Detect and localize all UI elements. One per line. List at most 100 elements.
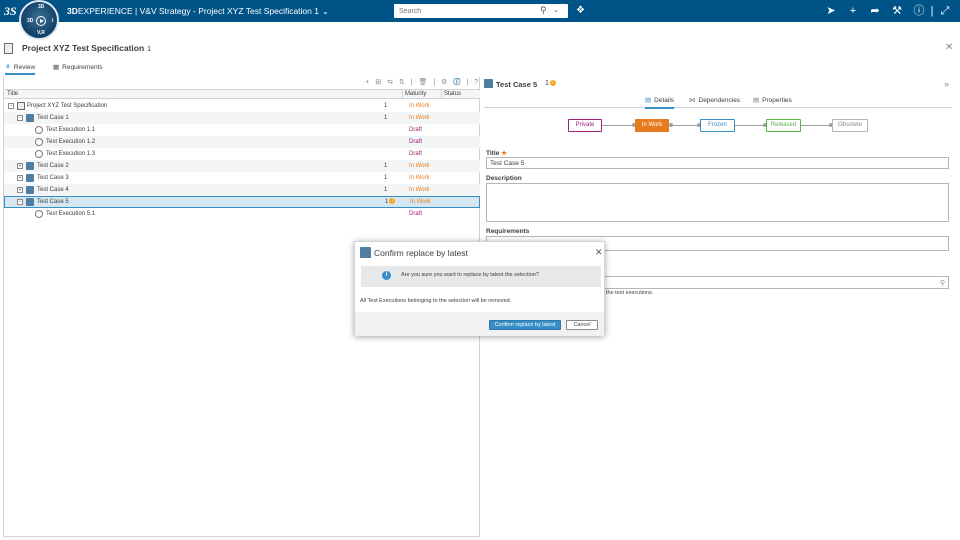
settings-icon[interactable]: ⚙ bbox=[441, 77, 447, 89]
lifecycle-connector-dot bbox=[669, 123, 673, 127]
collapse-panel-icon[interactable]: » bbox=[944, 79, 949, 89]
column-title[interactable]: Title bbox=[7, 91, 18, 97]
maturity-badge: In Work bbox=[409, 187, 430, 193]
play-icon[interactable] bbox=[36, 16, 46, 26]
tab-review[interactable]: ⚘ Review bbox=[5, 63, 36, 75]
tree-row[interactable]: + Test Case 2 1 In Work bbox=[4, 160, 480, 172]
tree-header: Title Maturity Status bbox=[4, 89, 480, 99]
lifecycle-state-frozen[interactable]: Frozen bbox=[700, 119, 735, 132]
tree-row[interactable]: − Project XYZ Test Specification 1 In Wo… bbox=[4, 100, 480, 112]
tab-dependencies[interactable]: ⋈ Dependencies bbox=[689, 96, 740, 104]
lifecycle-state-in-work[interactable]: In Work bbox=[635, 119, 669, 132]
requirements-label: Requirements bbox=[486, 228, 530, 235]
sort-icon[interactable]: ⇅ bbox=[399, 77, 405, 89]
dialog-question-box: i Are you sure you want to replace by la… bbox=[361, 266, 601, 287]
tree-row-selected[interactable]: − Test Case 5 1 ↑ In Work bbox=[4, 196, 480, 208]
column-separator bbox=[402, 90, 403, 99]
help-icon[interactable]: ? bbox=[474, 77, 478, 89]
expand-toggle[interactable]: + bbox=[17, 163, 23, 169]
column-status[interactable]: Status bbox=[444, 91, 461, 97]
column-maturity[interactable]: Maturity bbox=[405, 91, 426, 97]
maturity-badge: In Work bbox=[410, 199, 431, 205]
description-field[interactable] bbox=[486, 183, 949, 222]
expand-icon[interactable]: ⤢ bbox=[934, 4, 956, 18]
dassault-logo-icon: 3S bbox=[4, 4, 17, 18]
tab-requirements[interactable]: ▦ Requirements bbox=[53, 63, 103, 71]
page-title: Project XYZ Test Specification bbox=[22, 43, 145, 53]
field-help-text: the test executions. bbox=[606, 290, 654, 296]
cancel-button[interactable]: Cancel bbox=[566, 320, 598, 330]
expand-toggle[interactable]: + bbox=[17, 187, 23, 193]
delete-icon[interactable]: 🗑 bbox=[419, 77, 428, 89]
title-field[interactable] bbox=[486, 157, 949, 169]
tab-details[interactable]: ▤ Details bbox=[645, 96, 675, 109]
test-case-icon bbox=[360, 247, 371, 258]
replace-icon[interactable]: ⇆ bbox=[387, 77, 393, 89]
lifecycle-state-private[interactable]: Private bbox=[568, 119, 602, 132]
share-icon[interactable]: ➤ bbox=[820, 4, 842, 18]
help-icon[interactable]: ⓘ bbox=[908, 4, 930, 18]
add-child-icon[interactable]: + bbox=[365, 77, 369, 89]
chevron-down-icon[interactable]: ⌄ bbox=[322, 7, 329, 16]
maturity-badge: In Work bbox=[409, 163, 430, 169]
maturity-badge: Draft bbox=[409, 127, 423, 133]
collapse-toggle[interactable]: − bbox=[17, 115, 23, 121]
maturity-badge: Draft bbox=[409, 151, 423, 157]
test-case-icon bbox=[26, 174, 34, 182]
expand-toggle[interactable]: + bbox=[17, 175, 23, 181]
lifecycle-state-released[interactable]: Released bbox=[766, 119, 801, 132]
insert-icon[interactable]: ⊞ bbox=[375, 77, 381, 89]
required-star-icon: ★ bbox=[501, 150, 507, 157]
tools-icon[interactable]: ⚒ bbox=[886, 4, 908, 18]
toolbar-separator: | bbox=[466, 79, 469, 86]
test-case-icon bbox=[26, 162, 34, 170]
close-icon[interactable]: ✕ bbox=[595, 247, 603, 258]
lifecycle-connector bbox=[801, 125, 832, 126]
confirm-replace-button[interactable]: Confirm replace by latest bbox=[489, 320, 561, 330]
info-icon[interactable]: ⓘ bbox=[453, 77, 460, 89]
collapse-toggle[interactable]: − bbox=[17, 199, 23, 205]
toolbar-separator: | bbox=[433, 79, 436, 86]
collapse-toggle[interactable]: − bbox=[8, 103, 14, 109]
maturity-badge: Draft bbox=[409, 211, 423, 217]
tree-row[interactable]: Test Execution 1.2 Draft bbox=[4, 136, 480, 148]
main-tabs: ⚘ Review ▦ Requirements bbox=[0, 60, 960, 75]
compass-bottom-label: V,R bbox=[37, 30, 45, 36]
add-icon[interactable]: + bbox=[842, 4, 864, 18]
column-separator bbox=[441, 90, 442, 99]
search-options-chevron-icon[interactable]: ⌄ bbox=[553, 6, 559, 14]
test-case-icon bbox=[26, 198, 34, 206]
dialog-note: All Test Executions belonging to the sel… bbox=[360, 298, 512, 304]
lifecycle-state-obsolete[interactable]: Obsolete bbox=[832, 119, 868, 132]
tree-row[interactable]: + Test Case 3 1 In Work bbox=[4, 172, 480, 184]
newer-version-badge-icon: ↑ bbox=[389, 198, 396, 205]
forward-icon[interactable]: ➦ bbox=[864, 4, 886, 18]
search-input[interactable] bbox=[394, 4, 532, 18]
tree-row[interactable]: − Test Case 1 1 In Work bbox=[4, 112, 480, 124]
tab-properties[interactable]: ▤ Properties bbox=[753, 96, 792, 104]
lifecycle-graph: Private In Work Frozen Released Obsolete bbox=[568, 119, 868, 133]
tree-row[interactable]: + Test Case 4 1 In Work bbox=[4, 184, 480, 196]
details-title: Test Case 5 bbox=[496, 80, 538, 89]
maturity-badge: Draft bbox=[409, 139, 423, 145]
search-icon[interactable]: ⚲ bbox=[940, 279, 945, 287]
lifecycle-connector bbox=[735, 125, 766, 126]
top-toolbar: ➤ + ➦ ⚒ ⓘ | ⤢ bbox=[820, 4, 956, 18]
lifecycle-connector bbox=[601, 125, 635, 126]
grid-icon: ▦ bbox=[53, 64, 60, 71]
dialog-footer: Confirm replace by latest Cancel bbox=[355, 312, 604, 336]
compass-top-label: 3D bbox=[38, 4, 45, 10]
search-icon[interactable]: ⚲ bbox=[540, 5, 547, 16]
tree-row[interactable]: Test Execution 5.1 Draft bbox=[4, 208, 480, 220]
app-title[interactable]: 3DEXPERIENCE | V&V Strategy - Project XY… bbox=[67, 6, 329, 16]
tag-icon[interactable]: ❖ bbox=[576, 5, 585, 16]
search-box[interactable]: ⚲ ⌄ bbox=[394, 4, 568, 18]
close-icon[interactable]: ✕ bbox=[945, 42, 953, 53]
lifecycle-connector bbox=[669, 125, 700, 126]
dependencies-icon: ⋈ bbox=[689, 97, 696, 104]
tree-row[interactable]: Test Execution 1.3 Draft bbox=[4, 148, 480, 160]
toolbar-separator: | bbox=[410, 79, 413, 86]
specification-icon bbox=[17, 102, 25, 110]
tree-row[interactable]: Test Execution 1.1 Draft bbox=[4, 124, 480, 136]
compass-icon[interactable]: 3D 3D i V,R bbox=[19, 0, 59, 40]
